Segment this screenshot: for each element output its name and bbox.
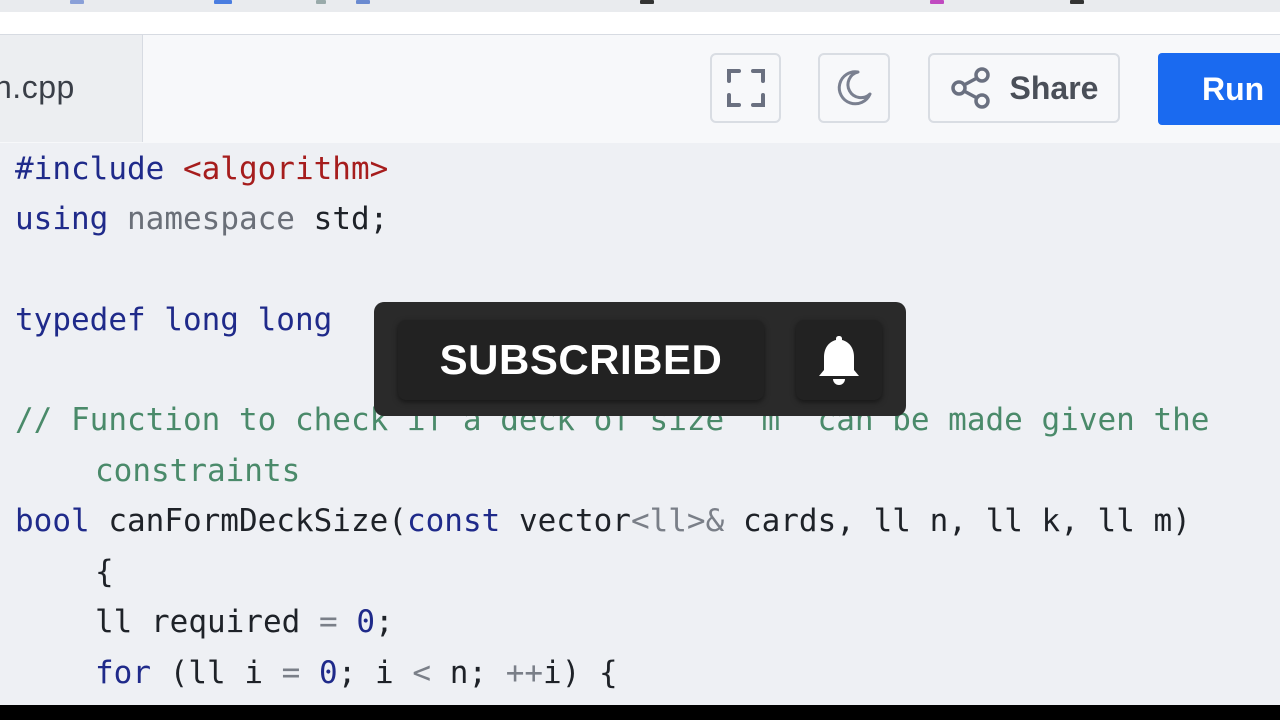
code-token: (ll i xyxy=(169,655,263,691)
code-token: = xyxy=(281,655,301,691)
bookmark-icon[interactable] xyxy=(316,0,326,4)
code-token: namespace xyxy=(127,201,295,237)
bookmark-icon[interactable] xyxy=(214,0,232,4)
code-token: <ll> xyxy=(630,503,706,539)
subscribed-label: SUBSCRIBED xyxy=(439,336,723,383)
run-label: Run xyxy=(1202,70,1265,107)
fullscreen-icon xyxy=(726,69,765,107)
subscribed-overlay: SUBSCRIBED xyxy=(374,302,906,416)
code-token: #include xyxy=(15,151,165,187)
browser-content-top xyxy=(0,12,1280,34)
browser-toolbar-strip xyxy=(0,0,1280,12)
file-tab[interactable]: n.cpp xyxy=(0,35,143,142)
bookmark-icon[interactable] xyxy=(1070,0,1084,4)
editor-header: n.cpp Share Run xyxy=(0,34,1280,143)
code-token: typedef long long xyxy=(15,302,333,338)
code-token: 0 xyxy=(319,655,338,691)
share-button[interactable]: Share xyxy=(928,53,1120,123)
code-line: for (ll i = 0; i < n; ++i) { xyxy=(95,653,618,693)
code-token: canFormDeckSize( xyxy=(108,503,407,539)
code-line: constraints xyxy=(95,453,301,489)
code-token: 0 xyxy=(356,604,375,640)
notification-bell-button[interactable] xyxy=(796,320,882,400)
code-token: ll required xyxy=(95,604,301,640)
code-token: bool xyxy=(15,503,90,539)
code-token: & xyxy=(705,503,725,539)
bookmark-icon[interactable] xyxy=(930,0,944,4)
fullscreen-button[interactable] xyxy=(710,53,781,123)
bottom-black-bar xyxy=(0,705,1280,720)
code-token: n; xyxy=(449,655,488,691)
code-line: { xyxy=(95,554,114,590)
code-token: <algorithm> xyxy=(182,151,389,187)
code-token: const xyxy=(406,503,501,539)
code-token: ++ xyxy=(505,655,544,691)
code-token: for xyxy=(95,655,151,691)
share-icon xyxy=(950,67,990,109)
code-token: cards, ll n, ll k, ll m) xyxy=(742,503,1191,539)
theme-toggle-button[interactable] xyxy=(818,53,890,123)
code-line: ll required = 0; xyxy=(95,602,394,642)
code-token: vector xyxy=(518,503,631,539)
bookmark-icon[interactable] xyxy=(640,0,654,4)
code-line: bool canFormDeckSize(const vector<ll>& c… xyxy=(15,501,1191,541)
bookmark-icon[interactable] xyxy=(356,0,370,4)
code-editor[interactable]: #include <algorithm> using namespace std… xyxy=(0,143,1280,705)
code-token: using xyxy=(15,201,109,237)
bookmark-icon[interactable] xyxy=(70,0,84,4)
run-button[interactable]: Run xyxy=(1158,53,1280,125)
code-token: = xyxy=(318,604,338,640)
file-name: n.cpp xyxy=(0,69,75,105)
code-token: i) { xyxy=(543,655,618,691)
bell-icon xyxy=(819,336,859,385)
code-token: std; xyxy=(313,201,389,237)
moon-icon xyxy=(837,70,872,106)
code-line: #include <algorithm> xyxy=(15,149,388,189)
code-token: < xyxy=(412,655,432,691)
code-token: ; xyxy=(375,604,394,640)
subscribed-badge[interactable]: SUBSCRIBED xyxy=(398,320,764,400)
code-token: ; i xyxy=(337,655,394,691)
share-label: Share xyxy=(1009,69,1099,106)
code-line: using namespace std; xyxy=(15,199,388,239)
code-line: typedef long long xyxy=(15,300,332,340)
